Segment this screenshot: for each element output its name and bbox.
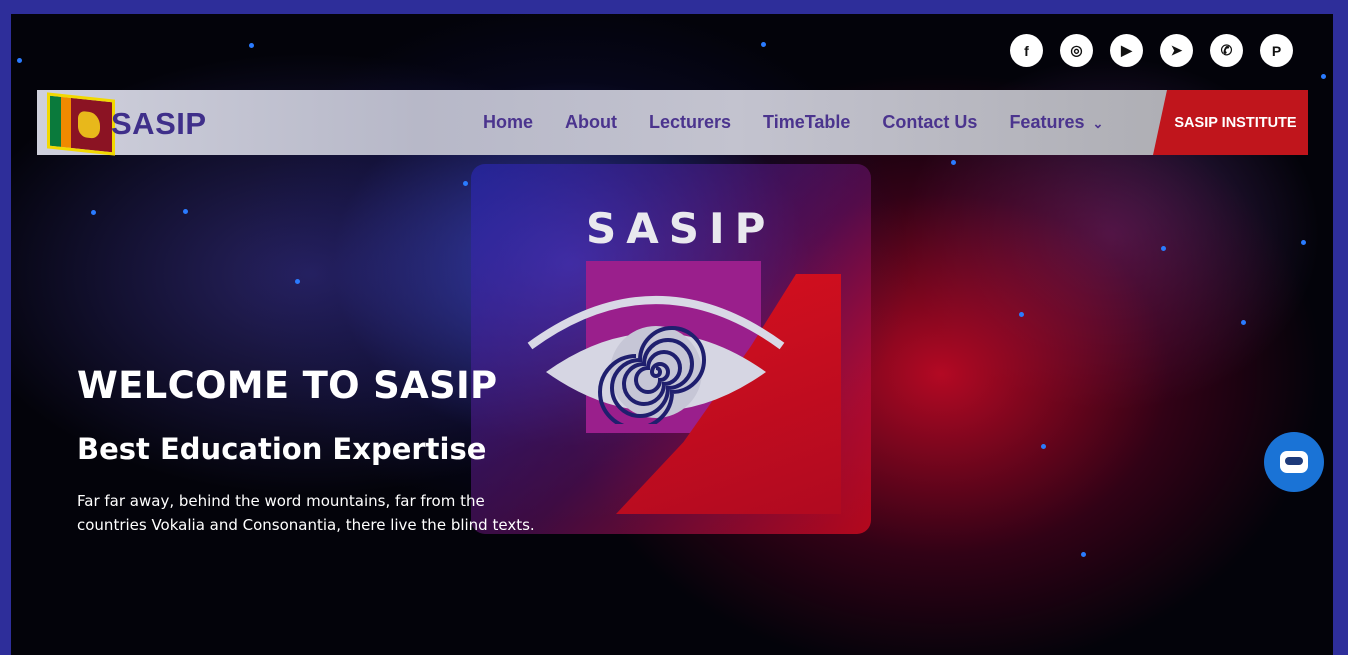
- particle-dot: [951, 160, 956, 165]
- particle-dot: [1041, 444, 1046, 449]
- particle-dot: [183, 209, 188, 214]
- particle-dot: [1019, 312, 1024, 317]
- particle-dot: [1161, 246, 1166, 251]
- particle-dot: [91, 210, 96, 215]
- nav-lecturers[interactable]: Lecturers: [649, 112, 731, 133]
- youtube-icon[interactable]: ▶: [1110, 34, 1143, 67]
- pinterest-icon[interactable]: P: [1260, 34, 1293, 67]
- site-logo[interactable]: SASIP: [47, 92, 227, 156]
- chevron-down-icon: ⌄: [1092, 115, 1104, 131]
- whatsapp-icon[interactable]: ✆: [1210, 34, 1243, 67]
- hero-subtitle: Best Education Expertise: [77, 432, 487, 466]
- particle-dot: [249, 43, 254, 48]
- eye-icon: [527, 296, 785, 424]
- hero-section: f ◎ ▶ ➤ ✆ P SASIP WELCOME TO SASIP Best …: [11, 14, 1333, 655]
- sasip-institute-button[interactable]: SASIP INSTITUTE: [1153, 90, 1308, 155]
- instagram-icon[interactable]: ◎: [1060, 34, 1093, 67]
- nav-timetable[interactable]: TimeTable: [763, 112, 850, 133]
- particle-dot: [17, 58, 22, 63]
- nav-home[interactable]: Home: [483, 112, 533, 133]
- facebook-icon[interactable]: f: [1010, 34, 1043, 67]
- particle-dot: [1081, 552, 1086, 557]
- nav-features[interactable]: Features ⌄: [1009, 112, 1103, 133]
- telegram-icon[interactable]: ➤: [1160, 34, 1193, 67]
- particle-dot: [1301, 240, 1306, 245]
- robot-icon: [1280, 451, 1308, 473]
- nav-menu: Home About Lecturers TimeTable Contact U…: [483, 90, 1135, 155]
- nav-about[interactable]: About: [565, 112, 617, 133]
- particle-dot: [1321, 74, 1326, 79]
- hero-description: Far far away, behind the word mountains,…: [77, 492, 535, 534]
- sri-lanka-flag-icon: [47, 92, 115, 156]
- sasip-emblem: SASIP: [466, 164, 886, 544]
- chatbot-button[interactable]: [1264, 432, 1324, 492]
- social-links: f ◎ ▶ ➤ ✆ P: [1010, 34, 1293, 67]
- particle-dot: [1241, 320, 1246, 325]
- nav-contact[interactable]: Contact Us: [882, 112, 977, 133]
- particle-dot: [295, 279, 300, 284]
- logo-text: SASIP: [111, 106, 207, 141]
- hero-title: WELCOME TO SASIP: [77, 364, 498, 407]
- particle-dot: [761, 42, 766, 47]
- main-navbar: SASIP Home About Lecturers TimeTable Con…: [37, 90, 1308, 156]
- emblem-word: SASIP: [586, 204, 776, 253]
